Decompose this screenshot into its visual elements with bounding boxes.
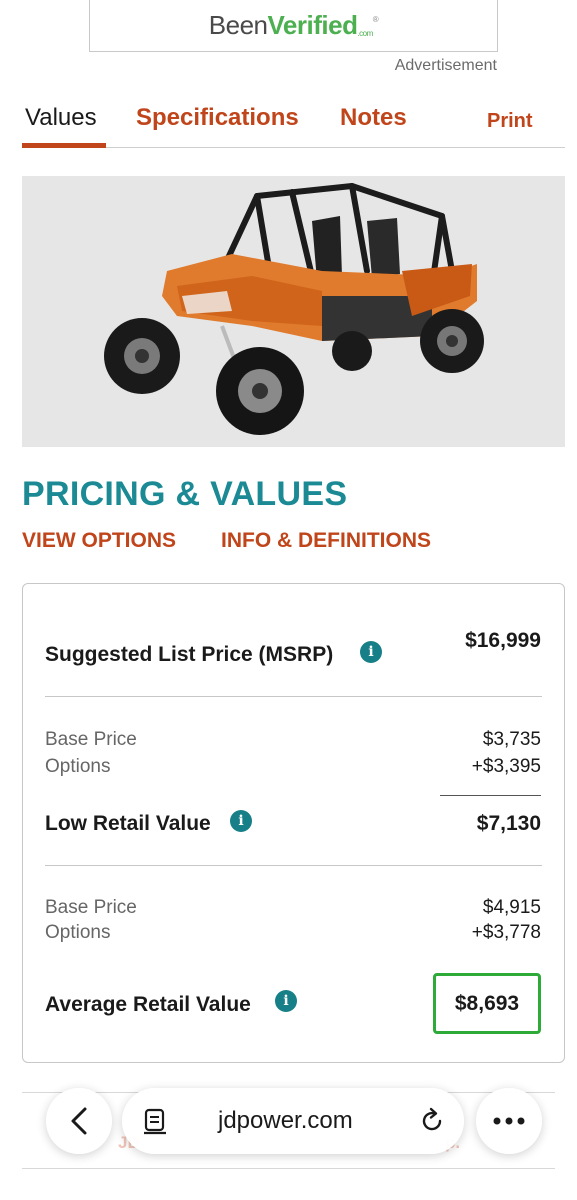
msrp-label: Suggested List Price (MSRP) — [45, 643, 334, 666]
divider — [45, 865, 542, 866]
divider — [22, 1168, 555, 1169]
divider — [45, 696, 542, 697]
advertisement-banner[interactable]: BeenVerified.com ® — [89, 0, 498, 52]
more-dots-icon — [493, 1117, 525, 1125]
logo-been-text: Been — [208, 10, 268, 40]
url-text: jdpower.com — [218, 1107, 353, 1134]
beenverified-logo: BeenVerified.com ® — [208, 10, 379, 41]
info-definitions-link[interactable]: INFO & DEFINITIONS — [221, 529, 431, 553]
pricing-card: Suggested List Price (MSRP) i $16,999 Ba… — [22, 583, 565, 1063]
tab-notes[interactable]: Notes — [340, 104, 407, 132]
reader-mode-icon[interactable] — [142, 1108, 168, 1136]
average-retail-value: $8,693 — [433, 973, 541, 1034]
average-options-label: Options — [45, 922, 111, 943]
logo-dotcom-text: .com — [357, 29, 373, 38]
vehicle-photo — [22, 176, 565, 447]
chevron-left-icon — [71, 1107, 87, 1135]
utv-illustration — [22, 176, 565, 447]
more-menu-button[interactable] — [476, 1088, 542, 1154]
low-retail-info-icon[interactable]: i — [230, 810, 252, 832]
average-retail-info-icon[interactable]: i — [275, 990, 297, 1012]
active-tab-indicator — [22, 143, 106, 148]
low-options-label: Options — [45, 756, 111, 777]
low-retail-label: Low Retail Value — [45, 812, 211, 835]
page-tabs: Values Specifications Notes Print — [22, 100, 565, 148]
tab-specifications[interactable]: Specifications — [136, 104, 299, 132]
pricing-values-heading: PRICING & VALUES — [22, 475, 348, 513]
low-sum-line — [440, 795, 541, 796]
back-button[interactable] — [46, 1088, 112, 1154]
logo-verified-text: Verified — [267, 10, 358, 40]
low-retail-value: $7,130 — [476, 812, 541, 835]
tab-values[interactable]: Values — [25, 104, 97, 132]
logo-registered-mark: ® — [372, 15, 379, 24]
average-base-price-value: $4,915 — [482, 897, 541, 918]
advertisement-label: Advertisement — [394, 57, 497, 74]
print-link[interactable]: Print — [487, 110, 533, 133]
address-bar[interactable]: jdpower.com — [122, 1088, 464, 1154]
view-options-link[interactable]: VIEW OPTIONS — [22, 529, 176, 553]
low-base-price-value: $3,735 — [482, 729, 541, 750]
low-options-value: +$3,395 — [471, 756, 541, 777]
msrp-info-icon[interactable]: i — [360, 641, 382, 663]
average-base-price-label: Base Price — [45, 897, 137, 918]
low-base-price-label: Base Price — [45, 729, 137, 750]
average-retail-label: Average Retail Value — [45, 993, 251, 1016]
average-options-value: +$3,778 — [471, 922, 541, 943]
reload-icon[interactable] — [418, 1107, 446, 1135]
msrp-value: $16,999 — [465, 629, 541, 652]
